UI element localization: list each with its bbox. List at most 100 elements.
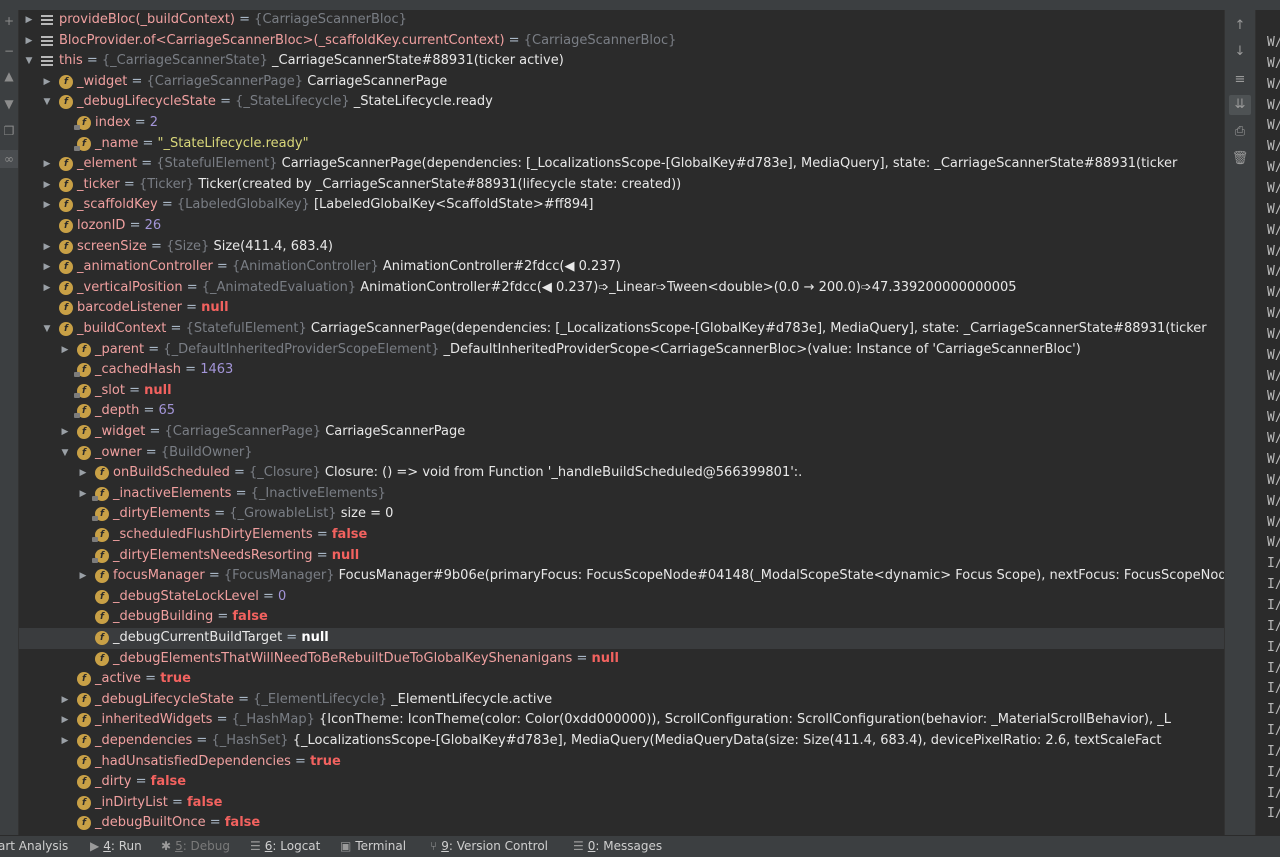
expand-arrow-closed-icon[interactable]: ▶ — [41, 195, 53, 216]
variable-text: _inheritedWidgets = {_HashMap} {IconThem… — [95, 710, 1171, 731]
variable-row[interactable]: ▶ f _ticker = {Ticker} Ticker(created by _… — [19, 175, 1224, 196]
bottom-tab[interactable]: ▣ Terminal — [340, 836, 406, 857]
variable-row[interactable]: f _debugBuilding = false — [19, 607, 1224, 628]
variable-type: {Size} — [166, 238, 210, 254]
tool-window-icon: ⑂ — [430, 839, 438, 853]
soft-wrap-icon[interactable]: ≡ — [1229, 70, 1251, 90]
expand-arrow-closed-icon[interactable]: ▶ — [41, 72, 53, 93]
scroll-to-end-icon[interactable]: ⇊ — [1229, 95, 1251, 115]
bottom-tab[interactable]: ▶ 4: Run — [90, 836, 142, 857]
variable-row[interactable]: f _debugElementsThatWillNeedToBeRebuiltDu… — [19, 649, 1224, 670]
bottom-tab[interactable]: ☰ 0: Messages — [573, 836, 662, 857]
variable-row[interactable]: ▶ BlocProvider.of<CarriageScannerBloc>(_s… — [19, 31, 1224, 52]
variable-type: {LabeledGlobalKey} — [176, 197, 310, 213]
arrow-up-icon[interactable]: ↑ — [1229, 16, 1251, 36]
variable-row[interactable]: f index = 2 — [19, 113, 1224, 134]
variable-row[interactable]: f _debugCurrentBuildTarget = null — [19, 628, 1224, 649]
expand-arrow-open-icon[interactable]: ▼ — [41, 92, 53, 113]
log-line: W/ — [1267, 410, 1280, 426]
variable-row[interactable]: f _cachedHash = 1463 — [19, 360, 1224, 381]
variable-row[interactable]: f _debugBuiltOnce = false — [19, 813, 1224, 834]
variable-row[interactable]: ▶ f onBuildScheduled = {_Closure} Closure:… — [19, 463, 1224, 484]
variable-row[interactable]: ▶ provideBloc(_buildContext) = {CarriageS… — [19, 10, 1224, 31]
expand-arrow-closed-icon[interactable]: ▶ — [59, 422, 71, 443]
variable-row[interactable]: ▶ f _inheritedWidgets = {_HashMap} {IconTh… — [19, 710, 1224, 731]
variable-row[interactable]: ▶ f _debugLifecycleState = {_ElementLifecy… — [19, 690, 1224, 711]
log-line: I/ — [1267, 785, 1280, 801]
variable-value: Closure: () => void from Function '_hand… — [324, 465, 803, 481]
console-output[interactable]: W/W/W/W/W/W/W/W/W/W/W/W/W/W/W/W/W/W/W/W/… — [1256, 10, 1280, 835]
variable-row[interactable]: ▶ f _parent = {_DefaultInheritedProviderSc… — [19, 340, 1224, 361]
variable-row[interactable]: ▼ f _buildContext = {StatefulElement} Carr… — [19, 319, 1224, 340]
console-right-toolbar: ↑ ↓ ≡ ⇊ ⎙ 🗑 — [1224, 10, 1256, 835]
minus-icon[interactable]: − — [0, 42, 18, 60]
variable-row[interactable]: f lozonID = 26 — [19, 216, 1224, 237]
variable-row[interactable]: ▶ f _widget = {CarriageScannerPage} Carria… — [19, 72, 1224, 93]
expand-arrow-closed-icon[interactable]: ▶ — [59, 340, 71, 361]
variable-row[interactable]: ▼ this = {_CarriageScannerState} _Carriag… — [19, 51, 1224, 72]
variable-row[interactable]: ▶ f _verticalPosition = {_AnimatedEvaluati… — [19, 278, 1224, 299]
bottom-tab[interactable]: art Analysis — [0, 836, 68, 857]
plus-icon[interactable]: + — [0, 12, 18, 30]
expand-arrow-closed-icon[interactable]: ▶ — [59, 690, 71, 711]
arrow-down-icon[interactable]: ↓ — [1229, 42, 1251, 62]
expand-arrow-closed-icon[interactable]: ▶ — [41, 278, 53, 299]
expand-arrow-open-icon[interactable]: ▼ — [23, 51, 35, 72]
expand-arrow-closed-icon[interactable]: ▶ — [41, 175, 53, 196]
expand-arrow-closed-icon[interactable]: ▶ — [77, 566, 89, 587]
variable-row[interactable]: f _inDirtyList = false — [19, 793, 1224, 814]
copy-icon[interactable]: ❐ — [0, 122, 18, 140]
expand-arrow-closed-icon[interactable]: ▶ — [41, 257, 53, 278]
expand-arrow-open-icon[interactable]: ▼ — [41, 319, 53, 340]
bottom-tab[interactable]: ⑂ 9: Version Control — [430, 836, 548, 857]
variable-row[interactable]: f _name = "_StateLifecycle.ready" — [19, 134, 1224, 155]
expand-arrow-closed-icon[interactable]: ▶ — [77, 463, 89, 484]
variable-row[interactable]: ▼ f _debugLifecycleState = {_StateLifecycl… — [19, 92, 1224, 113]
arrow-down-icon[interactable]: ▼ — [0, 95, 18, 113]
variable-row[interactable]: f _dirtyElements = {_GrowableList} size =… — [19, 504, 1224, 525]
trash-icon[interactable]: 🗑 — [1229, 149, 1251, 169]
variable-row[interactable]: f _scheduledFlushDirtyElements = false — [19, 525, 1224, 546]
variable-row[interactable]: ▶ f _dependencies = {_HashSet} {_Localizat… — [19, 731, 1224, 752]
log-line: W/ — [1267, 514, 1280, 530]
expand-arrow-closed-icon[interactable]: ▶ — [77, 484, 89, 505]
expand-arrow-closed-icon[interactable]: ▶ — [23, 31, 35, 52]
print-icon[interactable]: ⎙ — [1229, 122, 1251, 142]
variable-name: _scheduledFlushDirtyElements — [113, 527, 313, 542]
variable-row[interactable]: f _debugStateLockLevel = 0 — [19, 587, 1224, 608]
variable-row[interactable]: f _active = true — [19, 669, 1224, 690]
variable-row[interactable]: ▶ f _scaffoldKey = {LabeledGlobalKey} [Lab… — [19, 195, 1224, 216]
variable-type: {_Closure} — [249, 465, 321, 481]
equals-sign: = — [572, 650, 592, 666]
expand-arrow-closed-icon[interactable]: ▶ — [59, 731, 71, 752]
variable-row[interactable]: ▶ f focusManager = {FocusManager} FocusMan… — [19, 566, 1224, 587]
variable-row[interactable]: f barcodeListener = null — [19, 298, 1224, 319]
expand-arrow-open-icon[interactable]: ▼ — [59, 443, 71, 464]
expand-arrow-closed-icon[interactable]: ▶ — [41, 154, 53, 175]
variable-row[interactable]: ▶ f _animationController = {AnimationContr… — [19, 257, 1224, 278]
expand-arrow-closed-icon[interactable]: ▶ — [59, 710, 71, 731]
variable-text: _scaffoldKey = {LabeledGlobalKey} [Label… — [77, 195, 593, 216]
variable-row[interactable]: f _hadUnsatisfiedDependencies = true — [19, 752, 1224, 773]
equals-sign: = — [138, 135, 158, 151]
variable-row[interactable]: ▶ f _widget = {CarriageScannerPage} Carria… — [19, 422, 1224, 443]
variable-row[interactable]: f _dirty = false — [19, 772, 1224, 793]
expand-arrow-closed-icon[interactable]: ▶ — [23, 10, 35, 31]
expand-arrow-closed-icon[interactable]: ▶ — [41, 237, 53, 258]
field-icon: f — [77, 692, 91, 707]
arrow-up-icon[interactable]: ▲ — [0, 67, 18, 85]
variable-row[interactable]: ▶ f _inactiveElements = {_InactiveElements… — [19, 484, 1224, 505]
variable-row[interactable]: f _dirtyElementsNeedsResorting = null — [19, 546, 1224, 567]
glasses-icon[interactable]: ∞ — [0, 150, 18, 168]
variable-row[interactable]: f _slot = null — [19, 381, 1224, 402]
variable-value: true — [160, 671, 191, 687]
bottom-tab[interactable]: ☰ 6: Logcat — [250, 836, 320, 857]
variable-text: _dependencies = {_HashSet} {_Localizatio… — [95, 731, 1162, 752]
bottom-tab[interactable]: ✱ 5: Debug — [161, 836, 230, 857]
variable-row[interactable]: ▶ f _element = {StatefulElement} CarriageS… — [19, 154, 1224, 175]
variable-type: {CarriageScannerPage} — [164, 424, 322, 439]
variables-tree[interactable]: ▶ provideBloc(_buildContext) = {CarriageS… — [19, 10, 1224, 835]
variable-row[interactable]: f _depth = 65 — [19, 401, 1224, 422]
variable-row[interactable]: ▶ f screenSize = {Size} Size(411.4, 683.4) — [19, 237, 1224, 258]
variable-row[interactable]: ▼ f _owner = {BuildOwner} — [19, 443, 1224, 464]
